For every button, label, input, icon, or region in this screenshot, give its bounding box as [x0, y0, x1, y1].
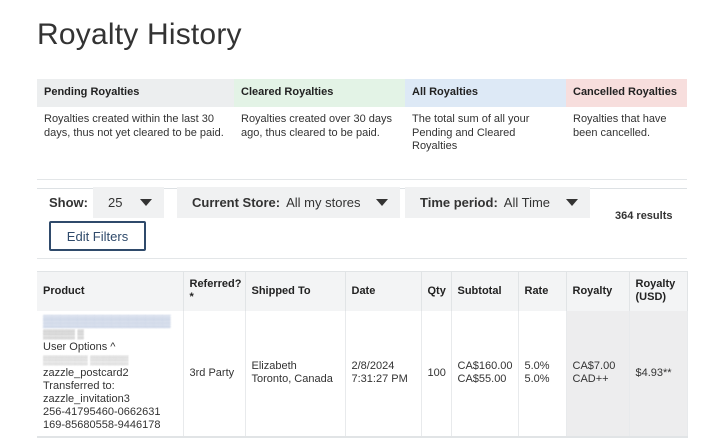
order-number: 256-41795460-0662631: [43, 405, 161, 418]
royalty-table: Product Referred? * Shipped To Date Qty …: [37, 271, 688, 438]
subtotal-value: CA$55.00: [457, 373, 507, 385]
chevron-down-icon: [376, 199, 388, 206]
show-count-value: 25: [108, 195, 123, 210]
table-header-row: Product Referred? * Shipped To Date Qty …: [37, 271, 688, 311]
legend-cleared-title: Cleared Royalties: [234, 79, 405, 107]
time-period-label: Time period:: [420, 195, 498, 210]
chevron-down-icon: [566, 199, 578, 206]
divider: [37, 179, 687, 180]
col-header-royalty-usd: Royalty (USD): [629, 271, 688, 311]
time-value: 7:31:27 PM: [351, 373, 408, 385]
shipped-name: Elizabeth: [251, 360, 297, 372]
col-header-product: Product: [37, 271, 184, 311]
rate-cell: 5.0% 5.0%: [518, 310, 567, 438]
col-header-shipped-to: Shipped To: [245, 271, 346, 311]
store-label: Current Store:: [192, 195, 281, 210]
store-select[interactable]: Current Store: All my stores: [177, 187, 400, 218]
royalty-usd-cell: $4.93**: [629, 310, 688, 438]
product-line: Transferred to:: [43, 379, 115, 392]
store-value: All my stores: [286, 195, 361, 210]
product-line: zazzle_postcard2: [43, 366, 129, 379]
edit-filters-button[interactable]: Edit Filters: [49, 221, 146, 251]
legend-cancelled-title: Cancelled Royalties: [566, 79, 687, 107]
legend-pending-title: Pending Royalties: [37, 79, 234, 107]
product-line: zazzle_invitation3: [43, 392, 130, 405]
royalty-value: CA$7.00: [572, 360, 616, 372]
time-period-select[interactable]: Time period: All Time: [405, 187, 590, 218]
time-period-value: All Time: [503, 195, 551, 210]
order-number: 169-85680558-9446178: [43, 418, 161, 431]
show-label: Show:: [49, 195, 88, 210]
subtotal-cell: CA$160.00 CA$55.00: [451, 310, 519, 438]
results-count: 364 results: [615, 210, 673, 222]
legend-all-title: All Royalties: [405, 79, 566, 107]
product-detail-blurred: ▒▒▒▒▒▒▒ ▒▒▒▒▒▒: [43, 354, 129, 365]
legend-all-text: The total sum of all your Pending and Cl…: [405, 107, 566, 189]
qty-cell: 100: [421, 310, 452, 438]
date-cell: 2/8/2024 7:31:27 PM: [345, 310, 422, 438]
date-value: 2/8/2024: [351, 360, 395, 372]
divider: [37, 258, 687, 259]
col-header-date: Date: [345, 271, 422, 311]
shipped-place: Toronto, Canada: [251, 373, 333, 385]
col-header-qty: Qty: [421, 271, 452, 311]
royalty-legend: Pending Royalties Cleared Royalties All …: [37, 79, 687, 189]
table-row: ▒▒▒▒▒▒▒▒▒▒▒▒▒▒▒ ▒▒▒▒▒ ▒ User Options ^ ▒…: [37, 310, 688, 438]
subtotal-value: CA$160.00: [457, 360, 513, 372]
col-header-royalty: Royalty: [566, 271, 630, 311]
product-name-blurred: ▒▒▒▒▒ ▒: [43, 328, 84, 339]
legend-cancelled-text: Royalties that have been cancelled.: [566, 107, 687, 189]
col-header-subtotal: Subtotal: [451, 271, 519, 311]
col-header-referred: Referred? *: [183, 271, 246, 311]
product-cell: ▒▒▒▒▒▒▒▒▒▒▒▒▒▒▒ ▒▒▒▒▒ ▒ User Options ^ ▒…: [37, 310, 184, 438]
show-count-select[interactable]: 25: [93, 187, 164, 218]
referred-cell: 3rd Party: [183, 310, 246, 438]
chevron-down-icon: [140, 199, 152, 206]
royalty-cell: CA$7.00 CAD++: [566, 310, 630, 438]
royalty-currency: CAD++: [572, 373, 609, 385]
shipped-to-cell: Elizabeth Toronto, Canada: [245, 310, 346, 438]
user-options-toggle[interactable]: User Options ^: [43, 341, 177, 354]
page-title: Royalty History: [37, 18, 242, 51]
rate-value: 5.0%: [524, 373, 550, 385]
legend-cleared-text: Royalties created over 30 days ago, thus…: [234, 107, 405, 189]
rate-value: 5.0%: [524, 360, 550, 372]
product-thumbnail-link[interactable]: ▒▒▒▒▒▒▒▒▒▒▒▒▒▒▒: [43, 314, 177, 328]
col-header-rate: Rate: [518, 271, 567, 311]
legend-pending-text: Royalties created within the last 30 day…: [37, 107, 234, 189]
